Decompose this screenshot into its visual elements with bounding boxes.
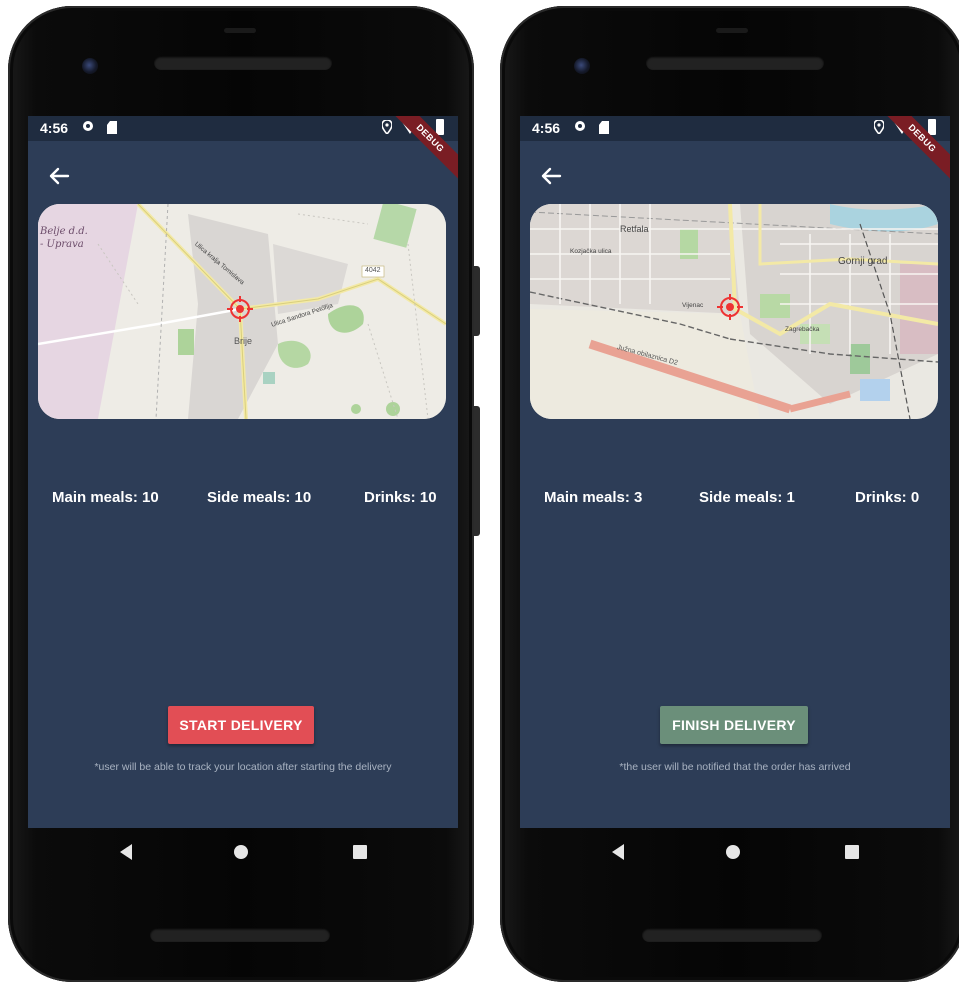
start-delivery-button[interactable]: START DELIVERY — [168, 706, 314, 744]
phone-left: 4:56 DEBUG Belje d.d. - Uprava Brije 404… — [8, 6, 480, 982]
sd-card-icon — [107, 121, 117, 134]
front-camera — [574, 58, 590, 74]
delivery-note: *user will be able to track your locatio… — [94, 761, 392, 773]
map-tiles — [38, 204, 446, 419]
status-time: 4:56 — [40, 120, 69, 136]
app-screen: 4:56 DEBUG — [520, 116, 950, 828]
side-meals-count: Side meals: 1 — [699, 489, 795, 506]
status-time: 4:56 — [532, 120, 561, 136]
nav-home-icon[interactable] — [726, 845, 740, 859]
finish-delivery-button[interactable]: FINISH DELIVERY — [660, 706, 808, 744]
top-slit — [224, 28, 256, 33]
side-meals-count: Side meals: 10 — [207, 489, 312, 506]
android-nav-bar — [520, 828, 950, 878]
order-summary: Main meals: 10 Side meals: 10 Drinks: 10 — [28, 489, 458, 511]
phone-right: 4:56 DEBUG Retfala Gornji grad Južna obi… — [500, 6, 959, 982]
settings-icon — [575, 121, 585, 131]
app-screen: 4:56 DEBUG — [28, 116, 458, 828]
delivery-note: *the user will be notified that the orde… — [619, 761, 851, 773]
nav-home-icon[interactable] — [234, 845, 248, 859]
map-label: Retfala — [620, 224, 649, 234]
map-view[interactable]: Retfala Gornji grad Južna obilaznica D2 … — [530, 204, 938, 419]
battery-icon — [436, 119, 444, 135]
map-label: Belje d.d. — [40, 226, 88, 237]
map-label: Brije — [234, 336, 253, 346]
map-label: Kozjačka ulica — [570, 248, 612, 255]
nav-back-icon[interactable] — [120, 844, 132, 860]
location-icon — [382, 120, 392, 134]
map-tiles — [530, 204, 938, 419]
settings-icon — [83, 121, 93, 131]
front-camera — [82, 58, 98, 74]
earpiece-speaker — [646, 56, 824, 70]
location-icon — [874, 120, 884, 134]
volume-button — [474, 266, 480, 336]
back-arrow-icon[interactable] — [44, 161, 74, 191]
map-label: 4042 — [365, 267, 381, 274]
map-label: Gornji grad — [838, 256, 888, 267]
earpiece-speaker — [154, 56, 332, 70]
status-bar: 4:56 DEBUG — [28, 116, 458, 187]
nav-recents-icon[interactable] — [845, 845, 859, 859]
nav-back-icon[interactable] — [612, 844, 624, 860]
map-view[interactable]: Belje d.d. - Uprava Brije 4042 Ulica San… — [38, 204, 446, 419]
bottom-speaker — [150, 928, 330, 942]
battery-icon — [928, 119, 936, 135]
debug-banner: DEBUG — [873, 116, 950, 187]
status-bar: 4:56 DEBUG — [520, 116, 950, 187]
bottom-speaker — [642, 928, 822, 942]
nav-recents-icon[interactable] — [353, 845, 367, 859]
power-button — [474, 406, 480, 536]
back-arrow-icon[interactable] — [536, 161, 566, 191]
top-slit — [716, 28, 748, 33]
android-nav-bar — [28, 828, 458, 878]
drinks-count: Drinks: 10 — [364, 489, 437, 506]
map-label: Vijenac — [682, 302, 704, 309]
sd-card-icon — [599, 121, 609, 134]
main-meals-count: Main meals: 10 — [52, 489, 159, 506]
debug-banner: DEBUG — [381, 116, 458, 187]
drinks-count: Drinks: 0 — [855, 489, 920, 506]
order-summary: Main meals: 3 Side meals: 1 Drinks: 0 — [520, 489, 950, 511]
main-meals-count: Main meals: 3 — [544, 489, 643, 506]
map-label: Zagrebačka — [785, 326, 820, 333]
map-label: - Uprava — [40, 239, 84, 250]
